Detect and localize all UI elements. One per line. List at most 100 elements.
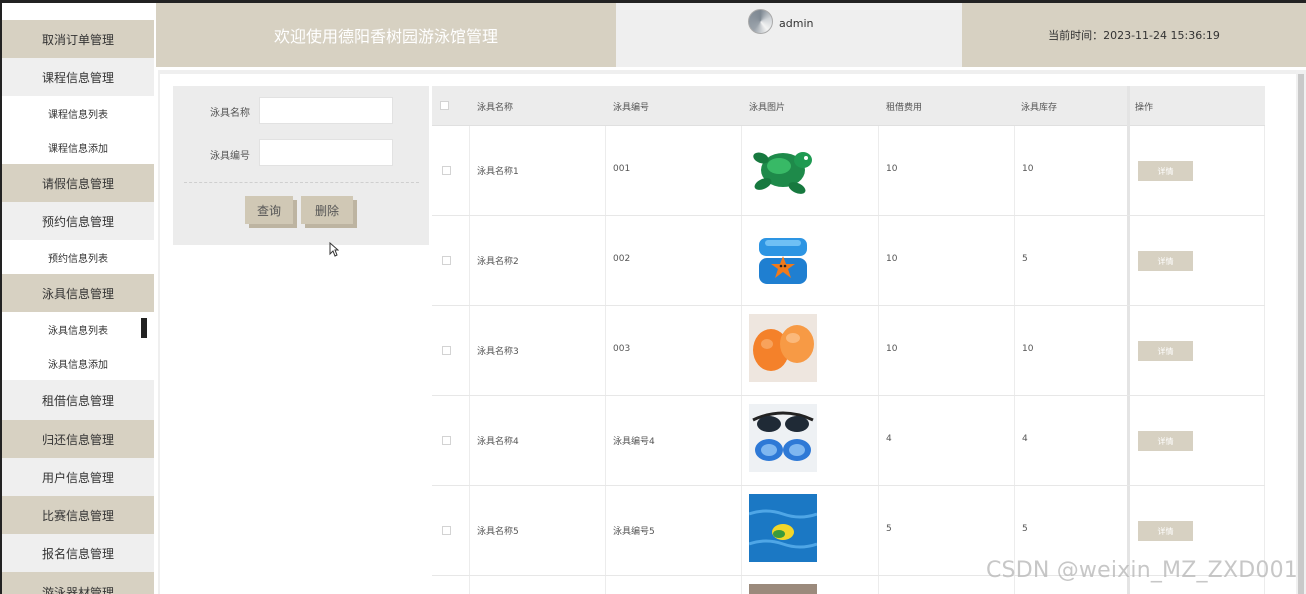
scrollbar-thumb[interactable] [1298,74,1304,594]
column-divider [469,126,470,594]
fixed-column-shadow [1127,86,1130,594]
sidebar-item-leave[interactable]: 请假信息管理 [2,164,154,202]
code-search-input[interactable] [259,139,393,166]
cell-stock: 5 [1022,254,1028,264]
sidebar-item-label: 报名信息管理 [41,546,114,561]
name-search-input[interactable] [259,97,393,124]
sidebar-item-booking[interactable]: 预约信息管理 [2,202,154,240]
username[interactable]: admin [779,17,813,30]
sidebar-item-course-list[interactable]: 课程信息列表 [2,96,154,130]
sidebar-item-return[interactable]: 归还信息管理 [2,420,154,458]
active-marker [141,318,147,338]
time-value: 2023-11-24 15:36:19 [1103,28,1220,42]
column-header-name: 泳具名称 [477,102,514,113]
sidebar-item-label: 租借信息管理 [41,393,114,408]
column-divider [1264,126,1265,594]
cell-code: 003 [613,344,631,354]
gear-image-turtle-float [749,136,817,204]
cell-fee: 4 [886,434,892,444]
code-label: 泳具编号 [210,151,250,162]
cell-name: 泳具名称5 [477,527,519,537]
sidebar-item-label: 请假信息管理 [41,176,114,191]
gear-image-partial [749,584,817,594]
cell-name: 泳具名称3 [477,347,519,357]
column-header-image: 泳具图片 [749,102,786,113]
select-all-checkbox[interactable] [440,101,449,110]
cell-code: 泳具编号5 [613,527,655,537]
sidebar-item-users[interactable]: 用户信息管理 [2,458,154,496]
row-checkbox[interactable] [442,346,451,355]
sidebar: 取消订单管理 课程信息管理 课程信息列表 课程信息添加 请假信息管理 预约信息管… [2,3,154,594]
row-divider [432,305,1265,306]
cell-fee: 10 [886,344,898,354]
cell-stock: 4 [1022,434,1028,444]
sidebar-item-swimgear-list[interactable]: 泳具信息列表 [2,312,154,346]
column-divider [878,126,879,594]
gear-image-armbands-starfish [749,226,817,294]
page-title: 欢迎使用德阳香树园游泳馆管理 [273,27,498,46]
column-header-fee: 租借费用 [886,102,923,113]
detail-button[interactable]: 详情 [1138,431,1193,451]
sidebar-item-label: 课程信息添加 [48,143,108,155]
column-divider [605,126,606,594]
column-header-action: 操作 [1135,102,1154,113]
sidebar-item-label: 课程信息列表 [48,109,108,121]
welcome-banner: 欢迎使用德阳香树园游泳馆管理 [156,3,616,67]
sidebar-item-label: 游泳器材管理 [41,586,114,594]
sidebar-item-equipment[interactable]: 游泳器材管理 [2,572,154,594]
sidebar-item-label: 归还信息管理 [41,432,114,447]
detail-button[interactable]: 详情 [1138,341,1193,361]
row-checkbox[interactable] [442,526,451,535]
cell-code: 泳具编号4 [613,437,655,447]
row-divider [432,395,1265,396]
sidebar-item-signup[interactable]: 报名信息管理 [2,534,154,572]
column-divider [1014,126,1015,594]
cell-fee: 5 [886,524,892,534]
search-divider [184,182,419,183]
row-checkbox[interactable] [442,166,451,175]
delete-button-label: 删除 [314,203,339,218]
avatar[interactable] [748,9,773,34]
cell-code: 001 [613,164,631,174]
sidebar-item-label: 预约信息列表 [48,253,108,265]
sidebar-item-swimgear-add[interactable]: 泳具信息添加 [2,346,154,380]
cell-fee: 10 [886,254,898,264]
sidebar-item-course-add[interactable]: 课程信息添加 [2,130,154,164]
column-header-stock: 泳具库存 [1021,102,1058,113]
detail-button[interactable]: 详情 [1138,161,1193,181]
query-button[interactable]: 查询 [245,196,293,224]
detail-button[interactable]: 详情 [1138,251,1193,271]
mouse-cursor-icon [329,241,340,261]
cell-stock: 10 [1022,164,1034,174]
sidebar-item-label: 取消订单管理 [41,32,114,47]
row-checkbox[interactable] [442,436,451,445]
gear-image-goggles [749,404,817,472]
row-divider [432,215,1265,216]
sidebar-item-booking-list[interactable]: 预约信息列表 [2,240,154,274]
sidebar-item-label: 比赛信息管理 [41,508,114,523]
column-divider [741,126,742,594]
sidebar-item-rental[interactable]: 租借信息管理 [2,380,154,420]
detail-button[interactable]: 详情 [1138,521,1193,541]
sidebar-item-cancel-order[interactable]: 取消订单管理 [2,20,154,58]
cell-name: 泳具名称1 [477,167,519,177]
name-label: 泳具名称 [210,108,250,119]
sidebar-item-competition[interactable]: 比赛信息管理 [2,496,154,534]
sidebar-item-label: 课程信息管理 [41,70,114,85]
column-header-code: 泳具编号 [613,102,650,113]
cell-stock: 5 [1022,524,1028,534]
row-divider [432,485,1265,486]
cell-name: 泳具名称4 [477,437,519,447]
query-button-label: 查询 [256,203,281,218]
app-window: 取消订单管理 课程信息管理 课程信息列表 课程信息添加 请假信息管理 预约信息管… [0,0,1306,594]
sidebar-item-label: 预约信息管理 [41,214,114,229]
sidebar-item-course[interactable]: 课程信息管理 [2,58,154,96]
sidebar-item-label: 泳具信息添加 [48,359,108,371]
row-checkbox[interactable] [442,256,451,265]
gear-image-orange-armbands [749,314,817,382]
delete-button[interactable]: 删除 [301,196,353,224]
cell-stock: 10 [1022,344,1034,354]
sidebar-item-swimgear[interactable]: 泳具信息管理 [2,274,154,312]
clock-area: 当前时间： 2023-11-24 15:36:19 [962,3,1306,67]
sidebar-item-label: 泳具信息管理 [41,286,114,301]
